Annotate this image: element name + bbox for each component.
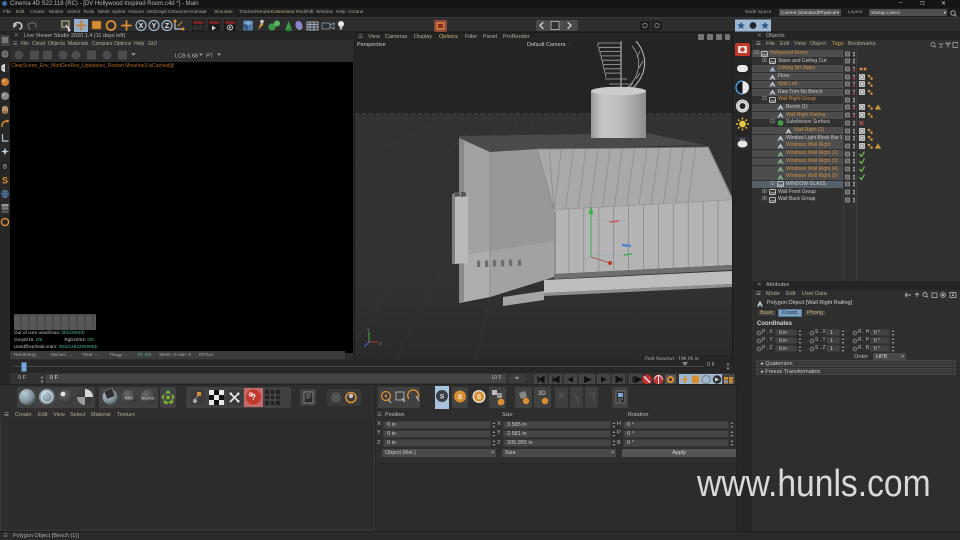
- svg-text:S: S: [458, 394, 463, 401]
- svg-text:LCB 6.68: LCB 6.68: [175, 54, 198, 60]
- svg-text:X: X: [379, 341, 382, 346]
- svg-text:PT: PT: [206, 54, 214, 60]
- svg-text:Y: Y: [152, 23, 157, 30]
- svg-text:BLEND: BLEND: [141, 396, 154, 401]
- svg-text:Z: Z: [165, 23, 170, 30]
- svg-text:3D: 3D: [538, 391, 546, 397]
- svg-text:!: !: [877, 105, 878, 110]
- svg-text:?: ?: [251, 393, 256, 402]
- svg-text:S: S: [477, 394, 482, 401]
- svg-text:B: B: [3, 165, 7, 171]
- svg-text:MIX: MIX: [125, 396, 133, 401]
- svg-text:Y: Y: [367, 327, 370, 332]
- svg-text:S: S: [440, 394, 445, 401]
- svg-text:!: !: [877, 144, 878, 149]
- svg-text:S: S: [2, 176, 8, 186]
- svg-text:X: X: [139, 23, 144, 30]
- svg-text:RS: RS: [740, 137, 746, 142]
